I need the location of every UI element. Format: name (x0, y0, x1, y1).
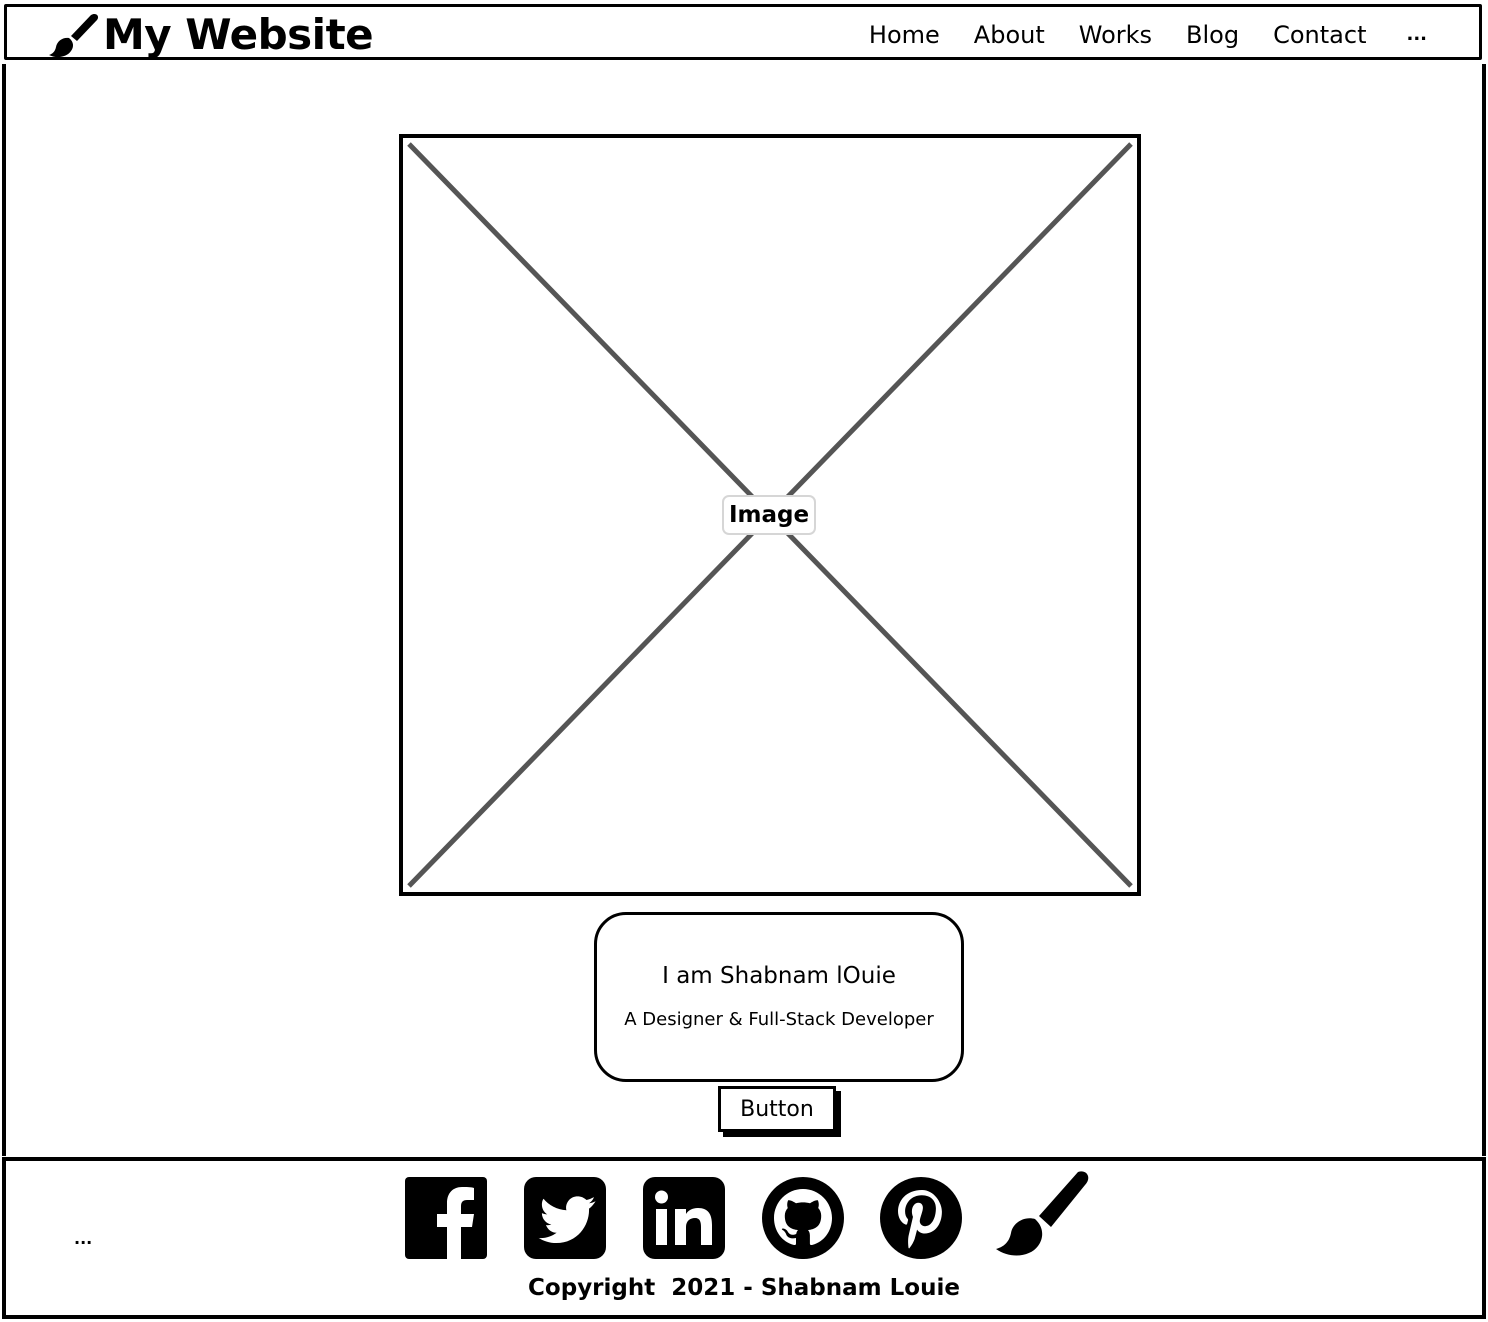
nav-works[interactable]: Works (1079, 17, 1152, 53)
nav-more[interactable]: ... (1406, 17, 1427, 53)
image-label: Image (722, 495, 816, 535)
twitter-icon[interactable] (522, 1175, 608, 1261)
intro-role: A Designer & Full-Stack Developer (624, 1009, 934, 1030)
brand[interactable]: My Website (47, 10, 374, 59)
linkedin-icon[interactable] (641, 1175, 727, 1261)
paintbrush-icon (49, 13, 99, 58)
paintbrush-icon[interactable] (994, 1169, 1092, 1267)
pinterest-icon[interactable] (878, 1175, 964, 1261)
main-nav: Home About Works Blog Contact ... (835, 17, 1427, 53)
facebook-icon[interactable] (403, 1175, 489, 1261)
nav-contact[interactable]: Contact (1273, 17, 1366, 53)
footer-more[interactable]: ... (74, 1229, 92, 1248)
intro-card: I am Shabnam lOuie A Designer & Full-Sta… (594, 912, 964, 1082)
site-header: My Website Home About Works Blog Contact… (4, 4, 1482, 60)
copyright: Copyright 2021 - Shabnam Louie (528, 1275, 960, 1301)
nav-blog[interactable]: Blog (1186, 17, 1239, 53)
site-title: My Website (103, 10, 374, 59)
github-icon[interactable] (760, 1175, 846, 1261)
nav-home[interactable]: Home (869, 17, 940, 53)
site-footer: ... Copyright 2021 - Shabnam Louie (2, 1157, 1486, 1319)
nav-about[interactable]: About (974, 17, 1045, 53)
intro-name: I am Shabnam lOuie (662, 963, 896, 989)
cta-button[interactable]: Button (718, 1086, 836, 1132)
